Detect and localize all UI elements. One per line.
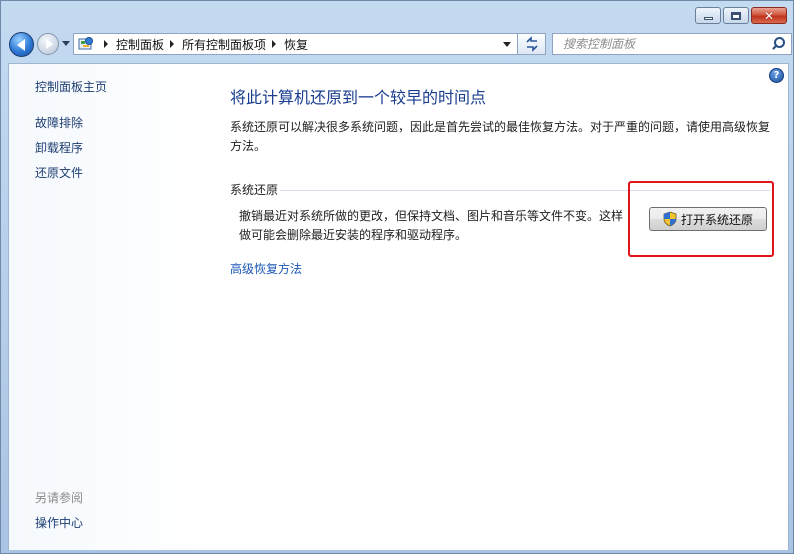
- sidebar-troubleshoot-link[interactable]: 故障排除: [35, 114, 83, 131]
- breadcrumb: 控制面板 所有控制面板项 恢复: [98, 34, 308, 54]
- search-input[interactable]: [553, 34, 770, 54]
- breadcrumb-all-items[interactable]: 所有控制面板项: [182, 36, 266, 53]
- forward-button[interactable]: [37, 33, 59, 55]
- control-panel-icon: [78, 37, 93, 50]
- sidebar-restore-files-link[interactable]: 还原文件: [35, 164, 83, 181]
- sidebar-action-center-link[interactable]: 操作中心: [35, 514, 83, 531]
- address-bar[interactable]: 控制面板 所有控制面板项 恢复: [73, 33, 517, 55]
- window-controls: ✕: [695, 7, 787, 24]
- intro-text: 系统还原可以解决很多系统问题，因此是首先尝试的最佳恢复方法。对于严重的问题，请使…: [230, 120, 771, 153]
- help-icon[interactable]: ?: [769, 68, 784, 83]
- window-frame: ✕ 控制面板 所有控制面板项 恢复 搜索控制面板 控制面板主页 故障排除 卸载程…: [0, 0, 794, 554]
- minimize-button[interactable]: [695, 7, 721, 24]
- search-icon[interactable]: [770, 36, 786, 52]
- refresh-icon: [525, 36, 538, 52]
- history-dropdown-icon[interactable]: [62, 41, 70, 46]
- main-content: ? 将此计算机还原到一个较早的时间点 系统还原可以解决很多系统问题，因此是首先尝…: [206, 63, 789, 550]
- refresh-button[interactable]: [517, 33, 546, 55]
- open-system-restore-button[interactable]: 打开系统还原: [649, 207, 767, 231]
- maximize-icon: [731, 11, 741, 20]
- navigation-bar: 控制面板 所有控制面板项 恢复: [7, 31, 792, 57]
- sidebar-uninstall-link[interactable]: 卸载程序: [35, 139, 83, 156]
- breadcrumb-separator-icon[interactable]: [272, 40, 277, 48]
- breadcrumb-separator-icon[interactable]: [104, 40, 108, 48]
- see-also-label: 另请参阅: [35, 491, 84, 505]
- page-title: 将此计算机还原到一个较早的时间点: [230, 88, 487, 107]
- search-box[interactable]: [552, 33, 792, 55]
- breadcrumb-separator-icon[interactable]: [170, 40, 175, 48]
- open-system-restore-label: 打开系统还原: [680, 212, 753, 227]
- minimize-icon: [703, 17, 713, 20]
- section-description: 撤销最近对系统所做的更改，但保持文档、图片和音乐等文件不变。这样做可能会删除最近…: [239, 209, 624, 242]
- back-button[interactable]: [9, 32, 34, 57]
- sidebar-home-link[interactable]: 控制面板主页: [35, 78, 107, 95]
- forward-arrow-icon: [45, 39, 53, 49]
- advanced-recovery-link[interactable]: 高级恢复方法: [230, 260, 302, 277]
- address-dropdown-icon[interactable]: [503, 41, 511, 47]
- back-arrow-icon: [16, 38, 25, 51]
- breadcrumb-control-panel[interactable]: 控制面板: [116, 36, 164, 53]
- maximize-button[interactable]: [723, 7, 749, 24]
- uac-shield-icon: [663, 211, 677, 227]
- section-title: 系统还原: [230, 183, 279, 197]
- close-button[interactable]: ✕: [751, 7, 787, 24]
- close-icon: ✕: [763, 8, 775, 23]
- breadcrumb-recovery[interactable]: 恢复: [284, 36, 308, 53]
- sidebar: 控制面板主页 故障排除 卸载程序 还原文件 另请参阅 操作中心: [8, 63, 206, 550]
